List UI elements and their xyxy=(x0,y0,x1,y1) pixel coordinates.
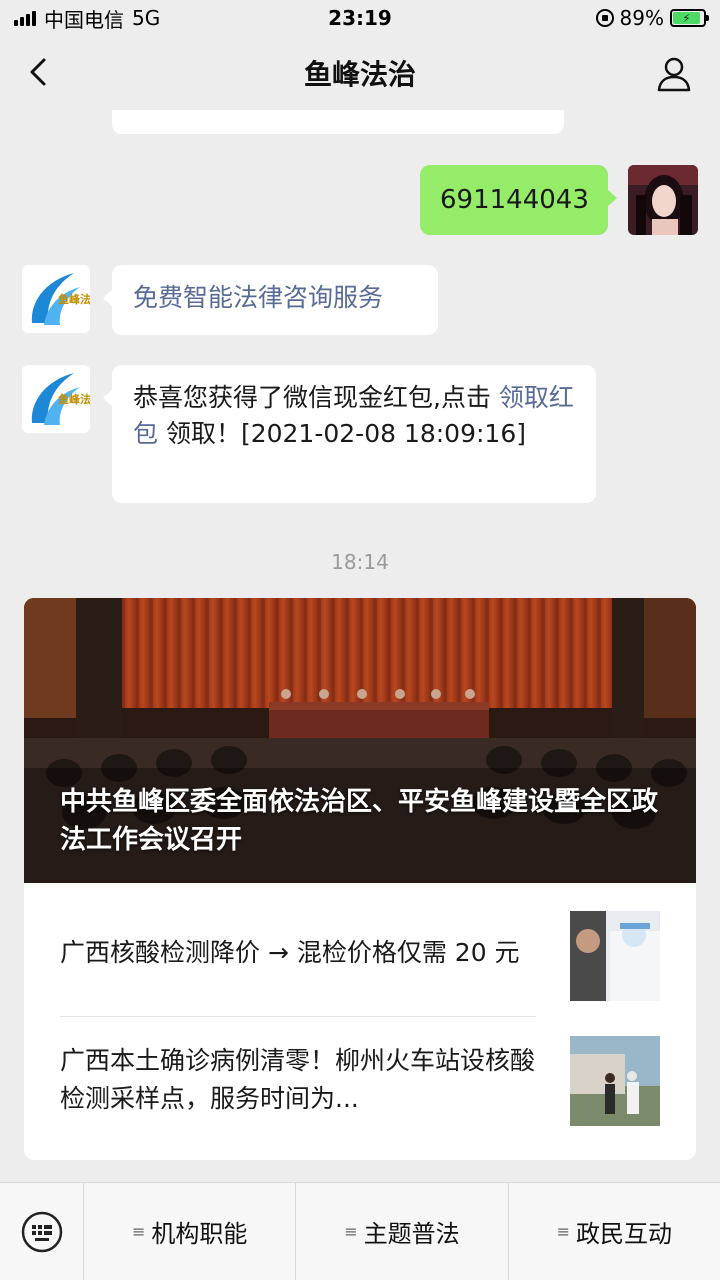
red-packet-message-bubble: 恭喜您获得了微信现金红包,点击 领取红包 领取！[2021-02-08 18:0… xyxy=(103,365,596,503)
red-packet-text-after: 领取！[2021-02-08 18:09:16] xyxy=(158,418,526,448)
battery-percent: 89% xyxy=(619,6,664,30)
article-item-thumbnail xyxy=(570,911,660,1001)
menu-list-icon: ≡ xyxy=(131,1222,146,1241)
status-bar: 中国电信 5G 23:19 89% ⚡ xyxy=(0,0,720,36)
bottom-menu: ≡ 机构职能 ≡ 主题普法 ≡ 政民互动 xyxy=(0,1182,720,1280)
account-logo-text: 鱼峰法治 xyxy=(58,292,90,306)
status-left: 中国电信 5G xyxy=(14,4,160,33)
user-message-bubble[interactable]: 691144043 xyxy=(420,165,617,235)
partial-message-bubble xyxy=(112,110,564,134)
user-avatar[interactable] xyxy=(628,165,698,235)
article-hero-title: 中共鱼峰区委全面依法治区、平安鱼峰建设暨全区政法工作会议召开 xyxy=(60,787,659,855)
keyboard-icon xyxy=(21,1211,62,1253)
menu-item-label: 政民互动 xyxy=(576,1220,673,1248)
menu-item-label: 主题普法 xyxy=(363,1220,460,1248)
article-item-title: 广西核酸检测降价 → 混检价格仅需 20 元 xyxy=(60,938,520,967)
menu-item-institution-functions[interactable]: ≡ 机构职能 xyxy=(84,1183,297,1280)
article-item-thumbnail xyxy=(570,1036,660,1126)
carrier-label: 中国电信 xyxy=(44,7,124,32)
article-divider xyxy=(60,1016,536,1017)
account-avatar[interactable]: 鱼峰法治 xyxy=(22,265,90,333)
account-logo-text: 鱼峰法治 xyxy=(58,392,90,406)
article-item-title: 广西本土确诊病例清零！柳州火车站设核酸检测采样点，服务时间为... xyxy=(60,1046,536,1113)
page-title: 鱼峰法治 xyxy=(303,58,416,91)
orientation-lock-icon xyxy=(595,9,614,27)
red-packet-text-before: 恭喜您获得了微信现金红包,点击 xyxy=(133,383,499,412)
person-icon[interactable] xyxy=(654,54,694,94)
chevron-left-icon[interactable] xyxy=(22,54,58,90)
menu-item-label: 机构职能 xyxy=(151,1220,248,1248)
signal-icon xyxy=(14,10,36,26)
message-timestamp: 18:14 xyxy=(331,550,389,574)
account-avatar[interactable]: 鱼峰法治 xyxy=(22,365,90,433)
status-right: 89% ⚡ xyxy=(595,6,709,30)
network-label: 5G xyxy=(132,6,161,30)
user-message-text: 691144043 xyxy=(440,185,589,215)
service-link[interactable]: 免费智能法律咨询服务 xyxy=(133,283,383,312)
menu-list-icon: ≡ xyxy=(556,1222,571,1241)
article-item[interactable]: 广西本土确诊病例清零！柳州火车站设核酸检测采样点，服务时间为... xyxy=(24,1018,696,1144)
article-card: 中共鱼峰区委全面依法治区、平安鱼峰建设暨全区政法工作会议召开 广西核酸检测降价 … xyxy=(24,598,696,1160)
article-hero[interactable]: 中共鱼峰区委全面依法治区、平安鱼峰建设暨全区政法工作会议召开 xyxy=(24,598,696,883)
chat-area[interactable]: 691144043 鱼峰法治 免费智能法律咨询服务 鱼峰法治 xyxy=(0,110,720,1182)
menu-list-icon: ≡ xyxy=(344,1222,358,1241)
article-item[interactable]: 广西核酸检测降价 → 混检价格仅需 20 元 xyxy=(24,893,696,1019)
menu-item-legal-education[interactable]: ≡ 主题普法 xyxy=(296,1183,509,1280)
nav-bar: 鱼峰法治 xyxy=(0,36,720,110)
menu-item-government-interaction[interactable]: ≡ 政民互动 xyxy=(509,1183,720,1280)
keyboard-toggle-button[interactable] xyxy=(0,1183,84,1280)
service-link-bubble[interactable]: 免费智能法律咨询服务 xyxy=(103,265,438,335)
battery-icon: ⚡ xyxy=(670,9,709,27)
